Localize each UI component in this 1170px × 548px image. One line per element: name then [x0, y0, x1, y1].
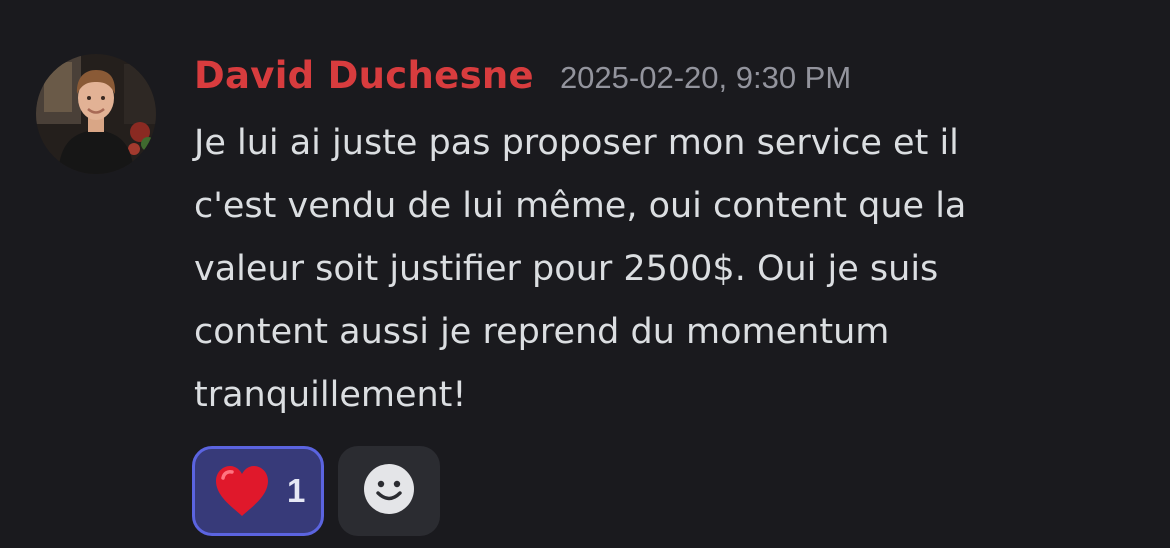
message-line: c'est vendu de lui même, oui content que…: [194, 186, 967, 226]
message-content: Je lui ai juste pas proposer mon service…: [194, 112, 1154, 427]
add-reaction-button[interactable]: [338, 446, 440, 536]
chat-message: David Duchesne 2025-02-20, 9:30 PM Je lu…: [0, 0, 1170, 548]
author-name[interactable]: David Duchesne: [194, 54, 534, 97]
message-timestamp: 2025-02-20, 9:30 PM: [559, 60, 852, 95]
smiley-face-icon: [363, 463, 415, 519]
message-line: content aussi je reprend du momentum: [194, 312, 890, 352]
message-line: valeur soit justifier pour 2500$. Oui je…: [194, 249, 939, 289]
message-line: Je lui ai juste pas proposer mon service…: [194, 123, 959, 163]
red-heart-icon: [213, 464, 271, 518]
reaction-count: 1: [287, 472, 306, 509]
reaction-bar: 1: [192, 446, 440, 536]
avatar-photo: [36, 54, 156, 174]
heart-reaction-button[interactable]: 1: [192, 446, 324, 536]
avatar[interactable]: [36, 54, 156, 174]
message-line: tranquillement!: [194, 375, 467, 415]
message-header: David Duchesne 2025-02-20, 9:30 PM: [194, 54, 851, 100]
